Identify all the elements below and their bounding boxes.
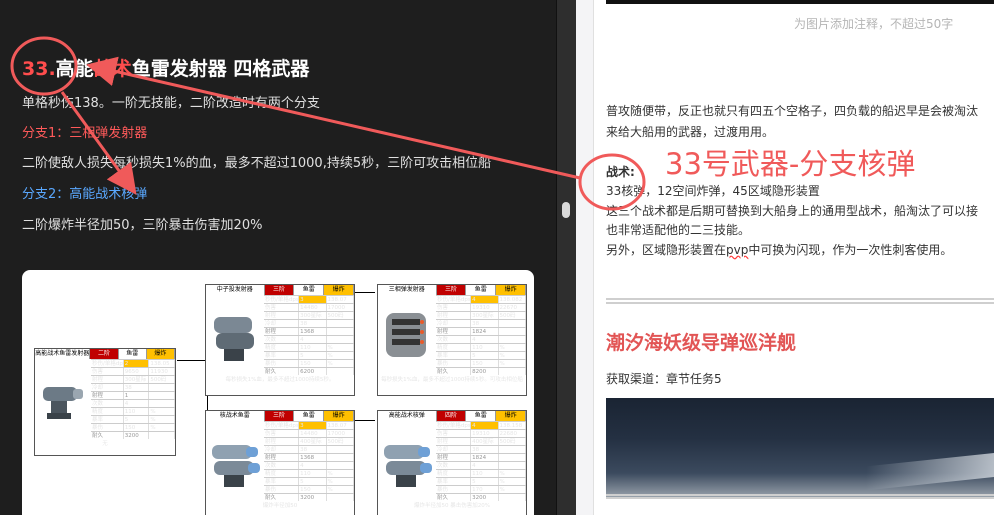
ship-source: 获取渠道：章节任务5	[606, 372, 722, 386]
sheet-row: 冷却 38	[436, 445, 526, 453]
sheet-row: 暴伤 150%	[91, 423, 176, 431]
launcher-icon	[378, 295, 436, 375]
sheet-row: 耐久 8200	[436, 367, 526, 375]
sheet-row: 暴率 5%	[264, 477, 354, 485]
sheet-row: 次数 4	[436, 461, 526, 469]
sheet-row: 射程 1368	[264, 327, 354, 335]
sheet-row: 射程 1824	[436, 453, 526, 461]
sheet-note: 爆炸半径加50 暴击伤害加20%	[414, 503, 490, 509]
image-caption-input[interactable]: 为图片添加注释，不超过50字	[794, 15, 953, 32]
sheet-row: 暴率 5%	[436, 477, 526, 485]
sheet-note: 每秒损失1%血，最多不超过1000持续5秒。	[225, 377, 335, 383]
spellcheck-word[interactable]: pvp	[726, 243, 748, 257]
sheet-row: 次数 4	[436, 335, 526, 343]
sheet-row: 冷却 38	[91, 383, 176, 391]
sheet-mid-bot: 核战术鱼雷 三阶 鱼雷 爆炸 秒伤/单格dps 3 138.07 伤害 14480 17000 射…	[205, 410, 355, 515]
sheet-row: 暴率 5%	[91, 415, 176, 423]
sheet-row: 伤害 19310 22670	[436, 303, 526, 311]
sheet-row: 伤害 14480 17000	[264, 303, 354, 311]
weapon-title: 33.高能战术鱼雷发射器 四格武器	[22, 54, 309, 81]
sheet-row: 次数 4	[91, 399, 176, 407]
sheet-row: 伤害 9650 11930	[91, 367, 176, 375]
sheet-main: 高能战术鱼雷发射器 二阶 鱼雷 爆炸 秒伤/单格dps 2 138.05 伤害 9650 119…	[34, 348, 176, 456]
image-bottom-edge	[606, 0, 994, 4]
torpedo-icon	[378, 421, 436, 501]
weapon-tree-image[interactable]: 高能战术鱼雷发射器 二阶 鱼雷 爆炸 秒伤/单格dps 2 138.05 伤害 9650 119…	[22, 270, 534, 515]
tactic-list: 33核弹，12空间炸弹，45区域隐形装置	[606, 184, 820, 198]
branch-1-desc: 二阶使敌人损失每秒损失1%的血，最多不超过1000,持续5秒，三阶可攻击相位船	[22, 156, 492, 171]
weapon-number: 33.	[22, 58, 56, 80]
sheet-note: 每秒损失1%血，最多不超过1000持续5秒。可攻击相位船	[381, 377, 523, 383]
ship-image[interactable]	[606, 398, 994, 498]
sheet-row: 暴伤 170%	[436, 485, 526, 493]
weapon-title-highlight: 战术	[93, 58, 132, 80]
sheet-right-top: 三相弹发射器 三阶 鱼雷 爆炸 秒伤/单格dps 4 138.082 伤害 19310 2267…	[377, 284, 527, 396]
annotation-label: 33号武器-分支核弹	[665, 147, 916, 181]
sheet-row: 秒伤/单格dps 3 138.07	[264, 295, 354, 303]
weapon-summary: 单格秒伤138。一阶无技能，二阶改造时有两个分支	[22, 96, 320, 111]
split-drag-handle[interactable]	[562, 202, 570, 218]
section-divider	[606, 494, 994, 499]
sheet-row: 秒伤/单格dps 2 138.05	[91, 359, 176, 367]
sheet-row: 秒伤/单格dps 4 138.158	[436, 421, 526, 429]
sheet-row: 射程 400星际 500码	[264, 437, 354, 445]
sheet-row: 次数 4	[264, 461, 354, 469]
sheet-row: 耐久 6200	[264, 367, 354, 375]
tactic-label: 战术:	[606, 165, 635, 179]
right-editor-pane: 为图片添加注释，不超过50字 普攻随便带，反正也就只有四五个空格子，四负载的船迟…	[594, 0, 994, 515]
sheet-row: 冷却 38	[436, 319, 526, 327]
sheet-row: 精度 110%	[264, 469, 354, 477]
paragraph-2: 来给大船用的武器，过渡用用。	[606, 125, 775, 139]
sheet-row: 射程 300星际 500码	[264, 311, 354, 319]
sheet-row: 暴伤 150%	[264, 485, 354, 493]
sheet-row: 耐久 3200	[436, 493, 526, 501]
weapon-title-part-a: 高能	[55, 58, 94, 80]
torpedo-icon	[35, 359, 91, 439]
section-divider	[606, 298, 994, 304]
sheet-mid-top: 中子投发射器 三阶 鱼雷 爆炸 秒伤/单格dps 3 138.07 伤害 14480 17000…	[205, 284, 355, 396]
sheet-row: 射程 1368	[264, 453, 354, 461]
sheet-row: 冷却 38	[264, 445, 354, 453]
sheet-row: 暴率 5%	[264, 351, 354, 359]
sheet-row: 耐久 3200	[91, 431, 176, 439]
sheet-row: 次数 4	[264, 335, 354, 343]
split-divider[interactable]	[556, 0, 576, 515]
sheet-row: 伤害 19310 22680	[436, 429, 526, 437]
paragraph-3: 这三个战术都是后期可替换到大船身上的通用型战术，船淘汰了可以接	[606, 204, 979, 218]
sheet-row: 射程 1	[91, 391, 176, 399]
branch-2-desc: 二阶爆炸半径加50，三阶暴击伤害加20%	[22, 218, 263, 233]
torpedo-icon	[206, 421, 264, 501]
paragraph-4: 也非常适配他的二三技能。	[606, 223, 751, 237]
torpedo-icon	[206, 295, 264, 375]
editor-gutter	[576, 0, 594, 515]
sheet-row: 精度 110%	[91, 407, 176, 415]
sheet-row: 伤害 14480 17000	[264, 429, 354, 437]
branch-2-heading: 分支2：高能战术核弹	[22, 187, 148, 202]
screen: { "left": { "title_num": "33.", "title_a…	[0, 0, 994, 515]
sheet-row: 射程 1824	[436, 327, 526, 335]
sheet-row: 暴伤 150%	[264, 359, 354, 367]
sheet-row: 耐久 3200	[264, 493, 354, 501]
paragraph-1: 普攻随便带，反正也就只有四五个空格子，四负载的船迟早是会被淘汰	[606, 104, 979, 118]
sheet-row: 精度 110%	[436, 343, 526, 351]
sheet-row: 射程 400星际 500码	[436, 437, 526, 445]
paragraph-5: 另外，区域隐形装置在pvp中可换为闪现，作为一次性刺客使用。	[606, 243, 953, 257]
sheet-right-bot: 高能战术核弹 四阶 鱼雷 爆炸 秒伤/单格dps 4 138.158 伤害 19310 2268…	[377, 410, 527, 515]
weapon-title-part-b: 鱼雷发射器 四格武器	[131, 58, 310, 80]
left-article-pane: 33.高能战术鱼雷发射器 四格武器 单格秒伤138。一阶无技能，二阶改造时有两个…	[0, 0, 556, 515]
sheet-note: 无	[102, 441, 108, 447]
sheet-row: 射程 300星际 500码	[91, 375, 176, 383]
sheet-row: 秒伤/单格dps 3 138.07	[264, 421, 354, 429]
sheet-row: 暴伤 150%	[436, 359, 526, 367]
branch-1-heading: 分支1：三相弹发射器	[22, 126, 148, 141]
sheet-row: 精度 110%	[436, 469, 526, 477]
sheet-row: 精度 110%	[264, 343, 354, 351]
ship-title: 潮汐海妖级导弹巡洋舰	[606, 332, 797, 354]
sheet-row: 秒伤/单格dps 4 138.082	[436, 295, 526, 303]
sheet-row: 射程 300星际 500码	[436, 311, 526, 319]
sheet-note: 爆炸半径加50	[262, 503, 298, 509]
sheet-row: 暴率 5%	[436, 351, 526, 359]
sheet-row: 冷却 38	[264, 319, 354, 327]
